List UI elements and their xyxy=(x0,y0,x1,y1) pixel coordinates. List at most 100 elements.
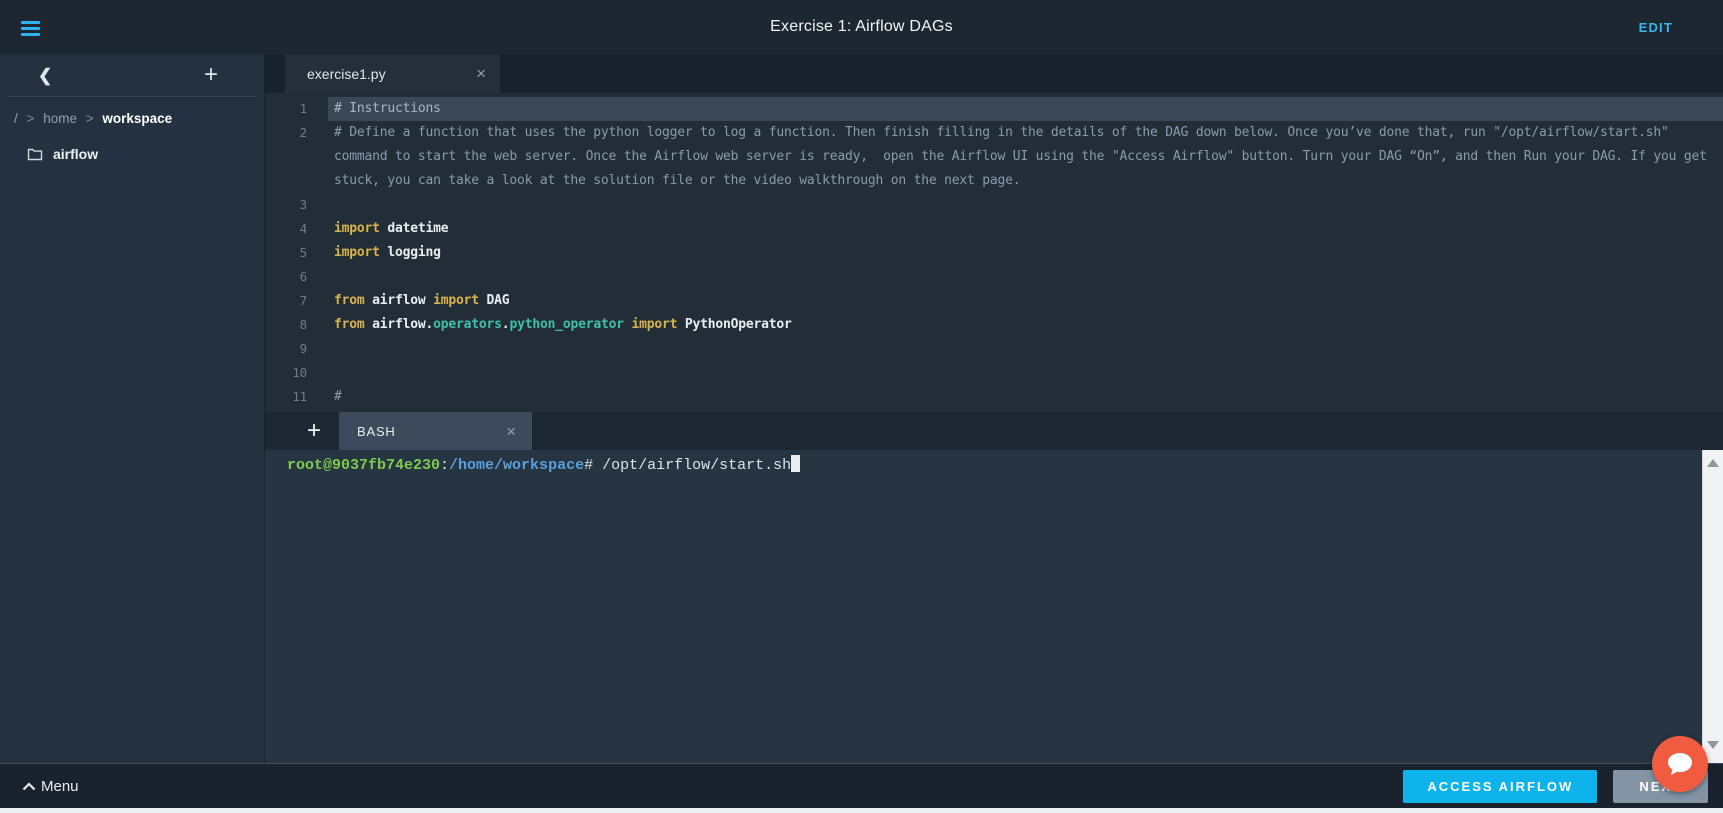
code-token-plain: DAG xyxy=(479,293,510,308)
code-token-plain: logging xyxy=(380,245,441,260)
code-text-active-line: # Instructions xyxy=(328,97,1723,121)
code-text xyxy=(328,337,1723,361)
prompt-text: # xyxy=(584,457,602,474)
code-line: 2# Define a function that uses the pytho… xyxy=(265,121,1723,193)
hamburger-bar xyxy=(21,27,40,30)
bash-tab-label: BASH xyxy=(357,424,506,439)
sidebar-header: ❮ + xyxy=(8,54,256,97)
access-airflow-button[interactable]: ACCESS AIRFLOW xyxy=(1403,770,1597,803)
code-token-kw: import xyxy=(334,245,380,260)
breadcrumb-home[interactable]: home xyxy=(43,111,77,126)
code-text xyxy=(328,265,1723,289)
page-title: Exercise 1: Airflow DAGs xyxy=(0,18,1723,36)
code-line: 7 from airflow import DAG xyxy=(265,289,1723,313)
tab-close-icon[interactable]: × xyxy=(476,65,486,82)
editor-panel: exercise1.py × 1 # Instructions 2# Define … xyxy=(265,54,1723,763)
line-number: 10 xyxy=(265,361,320,385)
code-token-plain: datetime xyxy=(380,221,449,236)
code-token-kw: import xyxy=(334,221,380,236)
hamburger-bar xyxy=(21,33,40,36)
prompt-cwd: /home/workspace xyxy=(449,457,584,474)
file-item-airflow[interactable]: airflow xyxy=(27,146,264,162)
chevron-up-icon xyxy=(22,782,36,791)
prompt-user-host: root@9037fb74e230 xyxy=(287,457,440,474)
code-line: 9 xyxy=(265,337,1723,361)
code-line: 5 import logging xyxy=(265,241,1723,265)
code-text: # Define a function that uses the python… xyxy=(328,121,1723,193)
code-line: 8 from airflow.operators.python_operator … xyxy=(265,313,1723,337)
code-token-attr: python_operator xyxy=(509,317,623,332)
code-token-plain: PythonOperator xyxy=(677,317,791,332)
code-text: from airflow.operators.python_operator i… xyxy=(328,313,1723,337)
hamburger-menu-icon[interactable] xyxy=(18,15,44,39)
line-number: 6 xyxy=(265,265,320,289)
editor-tab-bar: exercise1.py × xyxy=(265,54,1723,93)
breadcrumb-separator: > xyxy=(27,111,35,126)
breadcrumb-root[interactable]: / xyxy=(14,111,18,126)
code-token-plain: airflow. xyxy=(365,317,434,332)
code-line: 3 xyxy=(265,193,1723,217)
terminal-command: /opt/airflow/start.sh xyxy=(602,457,791,474)
line-number: 3 xyxy=(265,193,320,217)
tab-exercise1-py[interactable]: exercise1.py × xyxy=(285,54,500,93)
file-sidebar: ❮ + / > home > workspace airflow xyxy=(0,54,265,763)
code-text: from airflow import DAG xyxy=(328,289,1723,313)
line-number: 5 xyxy=(265,241,320,265)
line-number: 7 xyxy=(265,289,320,313)
code-text: import datetime xyxy=(328,217,1723,241)
scroll-down-arrow-icon[interactable] xyxy=(1707,741,1719,749)
code-editor[interactable]: 1 # Instructions 2# Define a function that… xyxy=(265,93,1723,412)
code-token-kw: import xyxy=(433,293,479,308)
menu-label: Menu xyxy=(41,778,79,795)
top-bar: Exercise 1: Airflow DAGs EDIT xyxy=(0,0,1723,54)
breadcrumb-separator: > xyxy=(86,111,94,126)
code-token-kw: from xyxy=(334,317,365,332)
code-line: 4 import datetime xyxy=(265,217,1723,241)
footer-bar: Menu ACCESS AIRFLOW NEXT xyxy=(0,763,1723,808)
line-number: 1 xyxy=(265,97,320,121)
chat-widget-button[interactable] xyxy=(1652,736,1708,792)
scroll-up-arrow-icon[interactable] xyxy=(1707,459,1719,467)
menu-button[interactable]: Menu xyxy=(22,778,79,795)
line-number: 2 xyxy=(265,121,320,193)
terminal-scrollbar[interactable] xyxy=(1702,450,1723,763)
code-token-attr: operators xyxy=(433,317,502,332)
code-line: 10 xyxy=(265,361,1723,385)
code-token-comment: # Define a function that uses the python… xyxy=(334,125,1714,188)
back-chevron-icon[interactable]: ❮ xyxy=(38,67,52,84)
breadcrumb: / > home > workspace xyxy=(14,111,264,126)
terminal-prompt: root@9037fb74e230:/home/workspace# /opt/… xyxy=(265,450,1723,476)
bash-tab-close-icon[interactable]: × xyxy=(506,423,516,440)
line-number: 9 xyxy=(265,337,320,361)
code-token-kw: from xyxy=(334,293,365,308)
code-line: 6 xyxy=(265,265,1723,289)
code-token-comment: # xyxy=(334,389,342,404)
code-token-comment: # Instructions xyxy=(334,101,441,116)
code-text xyxy=(328,361,1723,385)
new-file-plus-icon[interactable]: + xyxy=(204,63,218,87)
line-number: 11 xyxy=(265,385,320,409)
new-terminal-plus-icon[interactable]: + xyxy=(301,419,327,443)
prompt-text: : xyxy=(440,457,449,474)
tab-label: exercise1.py xyxy=(307,66,476,82)
terminal-tab-bar: + BASH × xyxy=(265,412,1723,450)
code-token-plain: airflow xyxy=(365,293,434,308)
folder-icon xyxy=(27,147,43,161)
code-text xyxy=(328,193,1723,217)
hamburger-bar xyxy=(21,21,40,24)
file-name: airflow xyxy=(53,146,98,162)
code-text: # xyxy=(328,385,1723,409)
line-number: 4 xyxy=(265,217,320,241)
terminal[interactable]: root@9037fb74e230:/home/workspace# /opt/… xyxy=(265,450,1723,763)
app-window: Exercise 1: Airflow DAGs EDIT ❮ + / > ho… xyxy=(0,0,1723,813)
breadcrumb-current: workspace xyxy=(102,111,172,126)
terminal-cursor xyxy=(791,455,800,472)
line-number: 8 xyxy=(265,313,320,337)
tab-bash[interactable]: BASH × xyxy=(339,412,532,450)
page-bottom-strip xyxy=(0,808,1723,813)
code-line: 11 # xyxy=(265,385,1723,409)
code-token-kw: import xyxy=(631,317,677,332)
edit-button[interactable]: EDIT xyxy=(1639,0,1673,54)
code-line: 1 # Instructions xyxy=(265,97,1723,121)
chat-bubble-icon xyxy=(1666,751,1694,777)
